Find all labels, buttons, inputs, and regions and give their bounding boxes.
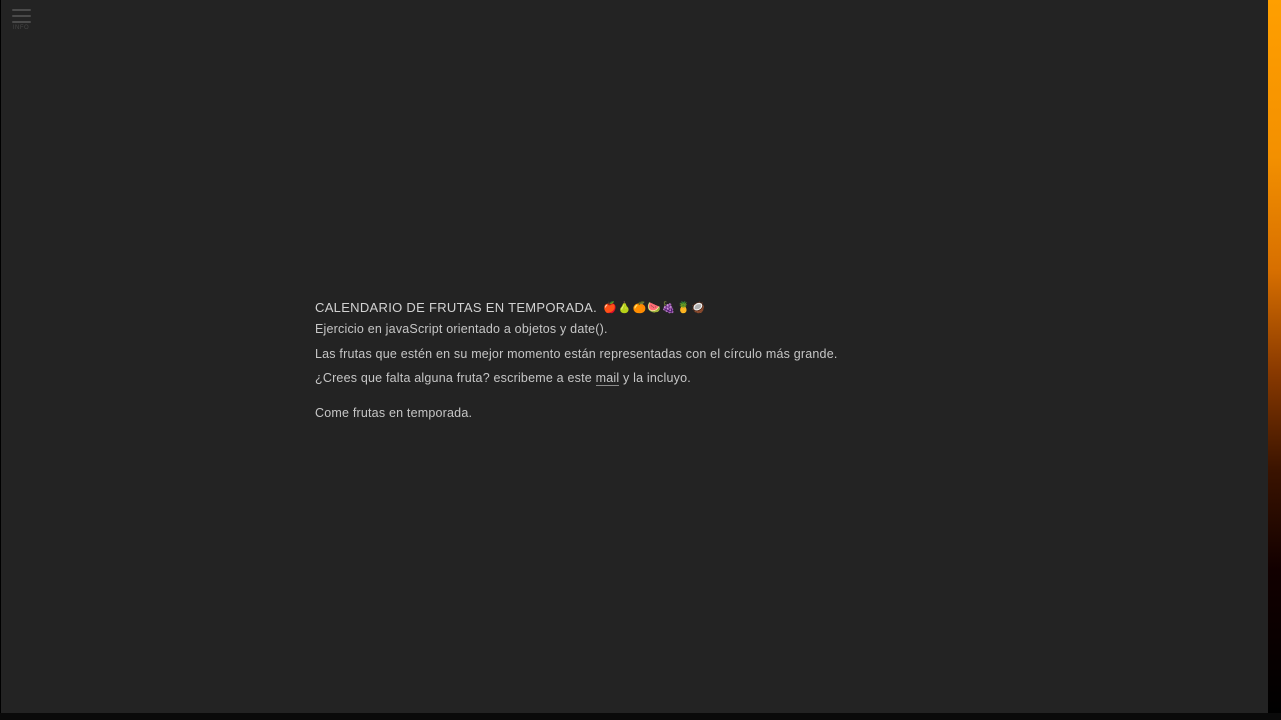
menu-label: INFO xyxy=(12,25,30,31)
menu-icon-bar xyxy=(11,9,31,11)
menu-icon-bar xyxy=(11,15,31,17)
season-gradient-strip xyxy=(1268,0,1281,713)
main-panel: INFO CALENDARIO DE FRUTAS EN TEMPORADA. … xyxy=(1,0,1268,713)
info-menu-button[interactable]: INFO xyxy=(11,9,31,33)
mail-link[interactable]: mail xyxy=(595,371,620,386)
description-line-2: Las frutas que estén en su mejor momento… xyxy=(315,346,838,361)
description-line-1: Ejercicio en javaScript orientado a obje… xyxy=(315,322,608,336)
menu-icon-bar xyxy=(11,21,31,23)
intro-text-block: CALENDARIO DE FRUTAS EN TEMPORADA. 🍎🍐🍊🍉🍇… xyxy=(315,299,935,430)
description-line-3-start: ¿Crees que falta alguna fruta? escribeme… xyxy=(315,371,596,385)
hamburger-menu-icon xyxy=(11,9,31,23)
bottom-edge xyxy=(0,713,1281,720)
page-title-text: CALENDARIO DE FRUTAS EN TEMPORADA. xyxy=(315,300,598,315)
description-line-3-end: y la incluyo. xyxy=(619,371,691,385)
closing-line: Come frutas en temporada. xyxy=(315,406,473,420)
description-line-3: ¿Crees que falta alguna fruta? escribeme… xyxy=(315,370,935,386)
app-viewport: INFO CALENDARIO DE FRUTAS EN TEMPORADA. … xyxy=(0,0,1281,720)
page-title: CALENDARIO DE FRUTAS EN TEMPORADA. 🍎🍐🍊🍉🍇… xyxy=(315,299,935,317)
fruit-emoji-icons: 🍎🍐🍊🍉🍇🍍🥥 xyxy=(603,302,706,314)
